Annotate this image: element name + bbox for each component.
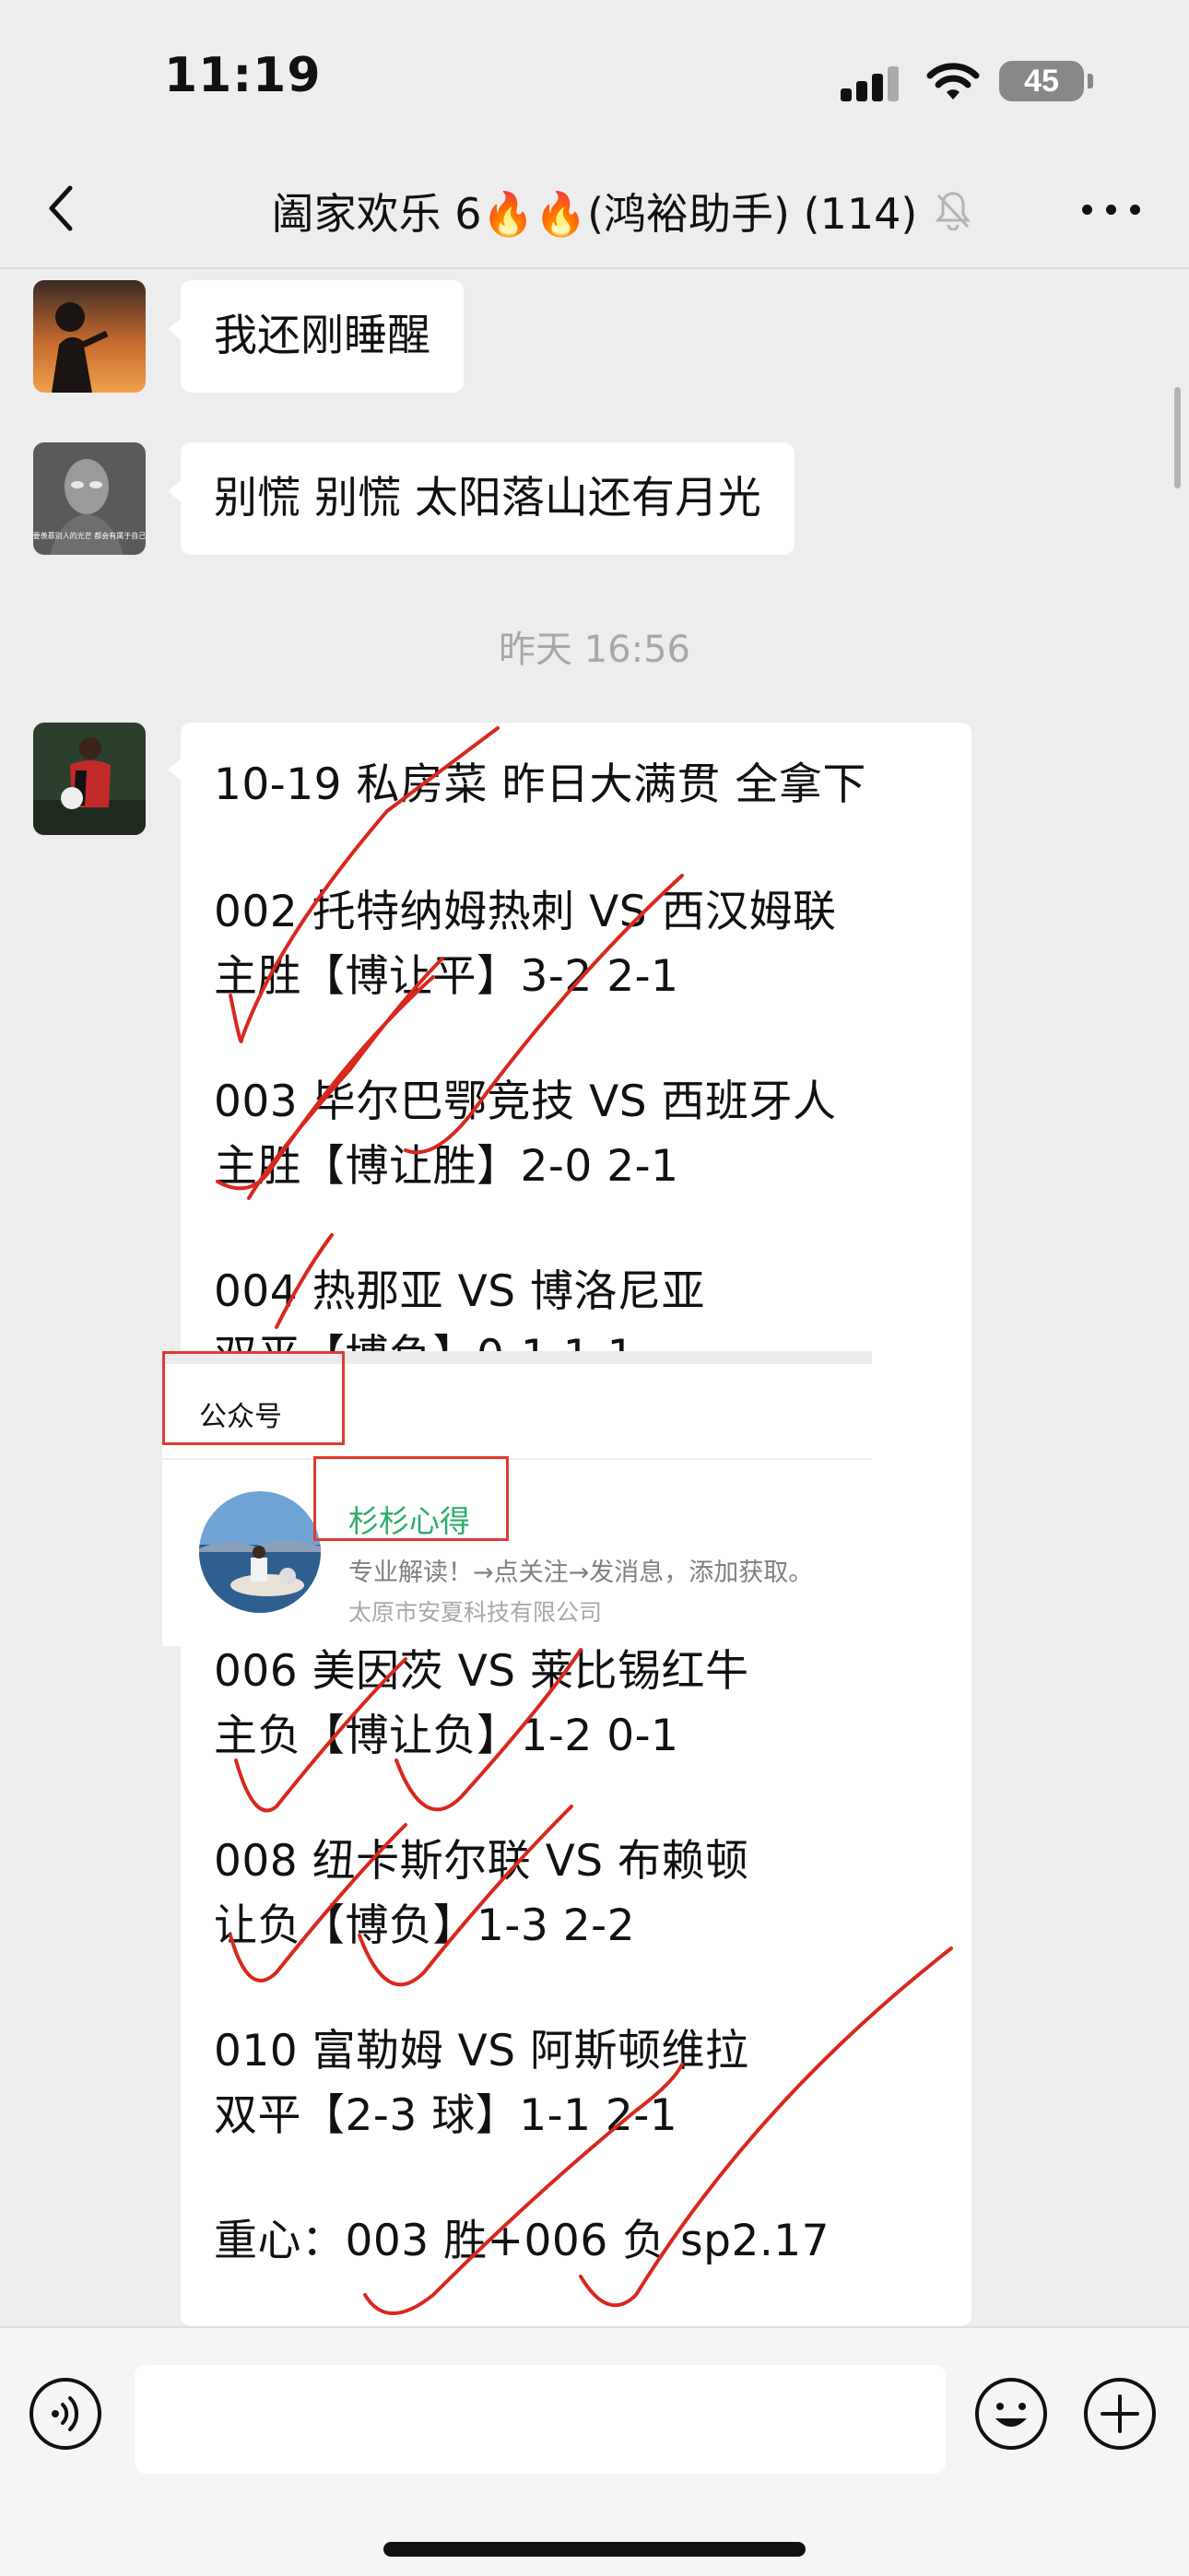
post-line: 主胜【博让胜】2-0 2-1: [214, 1141, 679, 1192]
post-line: 008 纽卡斯尔联 VS 布赖顿: [214, 1836, 749, 1887]
chat-header: 阖家欢乐 6🔥🔥(鸿裕助手) (114): [0, 147, 1189, 269]
timestamp: 昨天 16:56: [499, 629, 690, 671]
official-account-company: 太原市安夏科技有限公司: [348, 1599, 603, 1626]
post-line: 10-19 私房菜 昨日大满贯 全拿下: [214, 759, 866, 810]
battery-level: 45: [1024, 63, 1059, 99]
status-bar: 11:19 45: [0, 0, 1189, 147]
post-line: 004 热那亚 VS 博洛尼亚: [214, 1266, 706, 1317]
wifi-icon: [926, 63, 980, 100]
official-account-avatar: [199, 1491, 321, 1613]
battery-icon: 45: [999, 61, 1084, 101]
post-line: 主负【博让负】1-2 0-1: [214, 1711, 679, 1761]
post-line: 双平【2-3 球】1-1 2-1: [214, 2090, 678, 2141]
chat-title: 阖家欢乐 6🔥🔥(鸿裕助手) (114): [271, 189, 918, 239]
avatar-caption: 不要羡慕别人的光芒 都会有属于自己的: [33, 531, 146, 540]
home-indicator: [383, 2542, 806, 2557]
highlight-box-label: [162, 1351, 345, 1445]
scrollbar[interactable]: [1174, 387, 1181, 488]
battery-nub: [1088, 74, 1093, 88]
message-input[interactable]: [135, 2365, 946, 2474]
voice-icon[interactable]: [28, 2376, 103, 2452]
official-account-description: 专业解读！→点关注→发消息，添加获取。: [348, 1559, 814, 1587]
highlight-box-name: [313, 1456, 509, 1541]
more-options-button[interactable]: [1078, 195, 1143, 223]
chevron-left-icon[interactable]: [37, 181, 88, 236]
post-line: 003 毕尔巴鄂竞技 VS 西班牙人: [214, 1076, 837, 1127]
post-line: 主胜【博让平】3-2 2-1: [214, 951, 679, 1002]
post-line: 重心：003 胜+006 负 sp2.17: [214, 2216, 830, 2266]
message-text: 我还刚睡醒: [214, 311, 430, 361]
post-line: 010 富勒姆 VS 阿斯顿维拉: [214, 2026, 749, 2076]
post-line: 让负【博负】1-3 2-2: [214, 1900, 635, 1951]
message-bubble[interactable]: 别慌 别慌 太阳落山还有月光: [168, 442, 795, 555]
divider: [162, 1458, 872, 1460]
message-text: 别慌 别慌 太阳落山还有月光: [214, 473, 761, 523]
message-bubble[interactable]: 我还刚睡醒: [168, 280, 464, 393]
cellular-signal-icon: [841, 65, 900, 101]
emoji-icon[interactable]: [973, 2376, 1049, 2452]
avatar[interactable]: [33, 280, 146, 393]
bell-slash-icon: [935, 192, 971, 230]
input-bar: [0, 2326, 1189, 2576]
plus-icon[interactable]: [1082, 2376, 1158, 2452]
post-line: 002 托特纳姆热刺 VS 西汉姆联: [214, 887, 837, 937]
status-time: 11:19: [164, 48, 322, 103]
avatar[interactable]: 不要羡慕别人的光芒 都会有属于自己的: [33, 442, 146, 555]
avatar[interactable]: [33, 723, 146, 835]
